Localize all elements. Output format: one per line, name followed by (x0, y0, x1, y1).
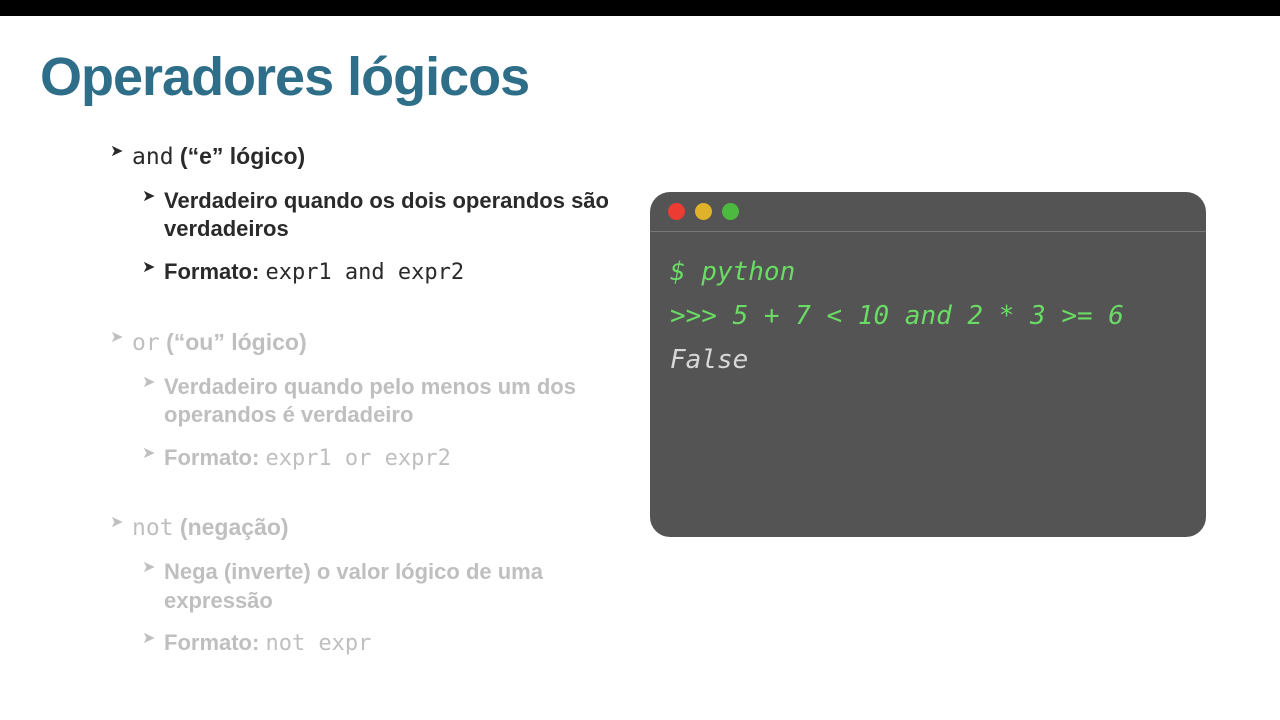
or-keyword: or (132, 330, 160, 356)
not-heading-rest: (negação) (174, 514, 289, 540)
not-heading: not (negação) (110, 513, 650, 544)
or-format-expr: expr1 or expr2 (265, 446, 450, 471)
not-desc: Nega (inverte) o valor lógico de uma exp… (110, 558, 650, 615)
content-columns: and (“e” lógico) Verdadeiro quando os do… (40, 142, 1240, 699)
format-label: Formato: (164, 259, 265, 284)
slide-title: Operadores lógicos (40, 46, 1240, 108)
and-keyword: and (132, 144, 174, 170)
or-desc: Verdadeiro quando pelo menos um dos oper… (110, 373, 650, 430)
and-format: Formato: expr1 and expr2 (110, 258, 650, 288)
not-format-expr: not expr (265, 631, 371, 656)
or-heading-rest: (“ou” lógico) (160, 329, 307, 355)
terminal-line-python: $ python (670, 250, 1186, 294)
terminal-titlebar (650, 192, 1206, 232)
or-format: Formato: expr1 or expr2 (110, 444, 650, 474)
not-group: not (negação) Nega (inverte) o valor lóg… (110, 513, 650, 659)
format-label: Formato: (164, 630, 265, 655)
window-minimize-icon (695, 203, 712, 220)
terminal-body: $ python >>> 5 + 7 < 10 and 2 * 3 >= 6 F… (650, 232, 1206, 401)
or-heading: or (“ou” lógico) (110, 328, 650, 359)
terminal-column: $ python >>> 5 + 7 < 10 and 2 * 3 >= 6 F… (650, 142, 1210, 699)
window-close-icon (668, 203, 685, 220)
and-heading-rest: (“e” lógico) (174, 143, 306, 169)
format-label: Formato: (164, 445, 265, 470)
terminal-line-output: False (670, 338, 1186, 382)
terminal-window: $ python >>> 5 + 7 < 10 and 2 * 3 >= 6 F… (650, 192, 1206, 537)
terminal-line-input: >>> 5 + 7 < 10 and 2 * 3 >= 6 (670, 294, 1186, 338)
and-group: and (“e” lógico) Verdadeiro quando os do… (110, 142, 650, 288)
letterbox-bar (0, 0, 1280, 16)
slide: Operadores lógicos and (“e” lógico) Verd… (0, 16, 1280, 720)
or-group: or (“ou” lógico) Verdadeiro quando pelo … (110, 328, 650, 474)
not-format: Formato: not expr (110, 629, 650, 659)
and-format-expr: expr1 and expr2 (265, 260, 464, 285)
window-zoom-icon (722, 203, 739, 220)
not-keyword: not (132, 515, 174, 541)
bullet-column: and (“e” lógico) Verdadeiro quando os do… (40, 142, 650, 699)
and-heading: and (“e” lógico) (110, 142, 650, 173)
and-desc: Verdadeiro quando os dois operandos são … (110, 187, 650, 244)
